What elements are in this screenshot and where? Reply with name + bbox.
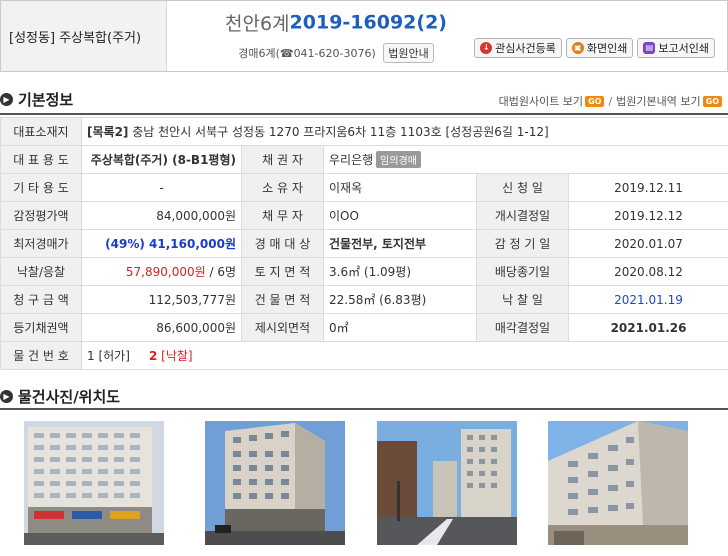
table-row: 기 타 용 도 - 소 유 자 이재옥 신 청 일 2019.12.11 bbox=[0, 173, 728, 202]
extra-area-value: 0㎡ bbox=[323, 313, 477, 342]
property-photo-4[interactable] bbox=[548, 421, 688, 545]
property-photo-3[interactable] bbox=[377, 421, 517, 545]
court-detail-link[interactable]: 법원기본내역 보기 bbox=[616, 93, 700, 109]
cell-label: 기 타 용 도 bbox=[0, 173, 82, 202]
cell-label: 대 표 용 도 bbox=[0, 145, 82, 174]
report-icon: ▤ bbox=[643, 42, 656, 54]
owner-value: 이재옥 bbox=[323, 173, 477, 202]
other-use-value: - bbox=[81, 173, 242, 202]
cell-label: 소 유 자 bbox=[241, 173, 324, 202]
commencement-date-value: 2019.12.12 bbox=[567, 201, 728, 230]
rep-location-value: [목록2] 충남 천안시 서북구 성정동 1270 프라지움6차 11층 110… bbox=[80, 117, 728, 146]
case-header: [성정동] 주상복합(주거) 천안6계2019-16092(2) 경매6계(☎0… bbox=[0, 0, 728, 72]
table-row: 대표소재지 [목록2] 충남 천안시 서북구 성정동 1270 프라지움6차 1… bbox=[0, 117, 728, 146]
header-actions: ↓ 관심사건등록 ▣ 화면인쇄 ▤ 보고서인쇄 bbox=[474, 38, 715, 58]
cell-label: 채 무 자 bbox=[241, 201, 324, 230]
cell-label: 개시결정일 bbox=[476, 201, 569, 230]
phone-number: 041-620-3076 bbox=[293, 47, 372, 60]
application-date-value: 2019.12.11 bbox=[567, 173, 728, 202]
cell-label: 매각결정일 bbox=[476, 313, 569, 342]
table-row: 청 구 금 액 112,503,777원 건 물 면 적 22.58㎡ (6.8… bbox=[0, 285, 728, 314]
cell-label: 채 권 자 bbox=[241, 145, 324, 174]
sale-decision-date-value: 2021.01.26 bbox=[567, 313, 728, 342]
table-row: 최저경매가 (49%) 41,160,000원 경 매 대 상 건물전부, 토지… bbox=[0, 229, 728, 258]
go-button-court-detail[interactable]: GO bbox=[702, 95, 722, 107]
cell-label: 신 청 일 bbox=[476, 173, 569, 202]
building-photo-image bbox=[205, 421, 345, 545]
rep-location-label: 대표소재지 bbox=[0, 117, 82, 146]
cell-label: 감 정 기 일 bbox=[476, 229, 569, 258]
cell-label: 최저경매가 bbox=[0, 229, 82, 258]
main-use-value: 주상복합(주거) (8-B1평형) bbox=[81, 145, 242, 174]
section-bullet-icon: ▶ bbox=[0, 390, 13, 403]
register-interest-button[interactable]: ↓ 관심사건등록 bbox=[474, 38, 562, 58]
auction-target-value: 건물전부, 토지전부 bbox=[323, 229, 477, 258]
cell-label: 감정평가액 bbox=[0, 201, 82, 230]
registered-claim-value: 86,600,000원 bbox=[81, 313, 242, 342]
debtor-value: 이OO bbox=[323, 201, 477, 230]
case-number: 2019-16092(2) bbox=[289, 11, 447, 34]
building-area-value: 22.58㎡ (6.83평) bbox=[323, 285, 477, 314]
item-link-1[interactable]: 1 [허가] bbox=[87, 349, 130, 363]
minimum-price-value: (49%) 41,160,000원 bbox=[81, 229, 242, 258]
cell-label: 건 물 면 적 bbox=[241, 285, 324, 314]
phone-icon: (☎ bbox=[275, 47, 294, 60]
download-icon: ↓ bbox=[480, 42, 493, 54]
property-type-label: [성정동] 주상복합(주거) bbox=[1, 1, 167, 71]
cell-label: 청 구 금 액 bbox=[0, 285, 82, 314]
basic-info-heading: ▶ 기본정보 bbox=[0, 89, 73, 110]
cell-label: 경 매 대 상 bbox=[241, 229, 324, 258]
table-row: 물 건 번 호 1 [허가] 2 [낙찰] bbox=[0, 341, 728, 370]
table-row: 감정평가액 84,000,000원 채 무 자 이OO 개시결정일 2019.1… bbox=[0, 201, 728, 230]
court-info-button[interactable]: 법원안내 bbox=[383, 43, 434, 63]
external-links: 대법원사이트 보기 GO / 법원기본내역 보기 GO bbox=[499, 93, 722, 109]
claim-amount-value: 112,503,777원 bbox=[81, 285, 242, 314]
table-row: 대 표 용 도 주상복합(주거) (8-B1평형) 채 권 자 우리은행 임의경매 bbox=[0, 145, 728, 174]
go-button-court-site[interactable]: GO bbox=[585, 95, 605, 107]
cell-label: 물 건 번 호 bbox=[0, 341, 82, 370]
case-title: 천안6계2019-16092(2) bbox=[201, 9, 471, 36]
creditor-value: 우리은행 임의경매 bbox=[322, 145, 728, 174]
item-numbers: 1 [허가] 2 [낙찰] bbox=[80, 341, 728, 370]
section-divider bbox=[0, 408, 728, 410]
court-contact: 경매6계(☎041-620-3076) 법원안내 bbox=[201, 43, 471, 63]
dividend-deadline-value: 2020.08.12 bbox=[567, 257, 728, 286]
print-icon: ▣ bbox=[571, 42, 584, 54]
photos-heading: ▶ 물건사진/위치도 bbox=[0, 386, 120, 407]
dept-label: 경매6계 bbox=[238, 47, 276, 60]
print-screen-button[interactable]: ▣ 화면인쇄 bbox=[565, 38, 634, 58]
cell-label: 토 지 면 적 bbox=[241, 257, 324, 286]
section-divider bbox=[0, 113, 728, 115]
winning-date-value: 2021.01.19 bbox=[567, 285, 728, 314]
table-row: 낙찰/응찰 57,890,000원 / 6명 토 지 면 적 3.6㎡ (1.0… bbox=[0, 257, 728, 286]
item-link-2[interactable]: 2 [낙찰] bbox=[149, 349, 193, 363]
cell-label: 낙찰/응찰 bbox=[0, 257, 82, 286]
property-photo-2[interactable] bbox=[205, 421, 345, 545]
print-report-button[interactable]: ▤ 보고서인쇄 bbox=[637, 38, 715, 58]
building-photo-image bbox=[24, 421, 164, 545]
appraisal-date-value: 2020.01.07 bbox=[567, 229, 728, 258]
section-bullet-icon: ▶ bbox=[0, 93, 13, 106]
cell-label: 배당종기일 bbox=[476, 257, 569, 286]
building-photo-image bbox=[548, 421, 688, 545]
cell-label: 낙 찰 일 bbox=[476, 285, 569, 314]
supreme-court-site-link[interactable]: 대법원사이트 보기 bbox=[499, 93, 583, 109]
street-photo-image bbox=[377, 421, 517, 545]
cell-label: 제시외면적 bbox=[241, 313, 324, 342]
cell-label: 등기채권액 bbox=[0, 313, 82, 342]
table-row: 등기채권액 86,600,000원 제시외면적 0㎡ 매각결정일 2021.01… bbox=[0, 313, 728, 342]
basic-info-table: 대표소재지 [목록2] 충남 천안시 서북구 성정동 1270 프라지움6차 1… bbox=[0, 117, 728, 370]
auction-type-badge: 임의경매 bbox=[376, 151, 421, 168]
property-photo-1[interactable] bbox=[24, 421, 164, 545]
court-name: 천안6계 bbox=[225, 13, 290, 35]
land-area-value: 3.6㎡ (1.09평) bbox=[323, 257, 477, 286]
winning-bid-value: 57,890,000원 / 6명 bbox=[81, 257, 242, 286]
appraisal-value: 84,000,000원 bbox=[81, 201, 242, 230]
